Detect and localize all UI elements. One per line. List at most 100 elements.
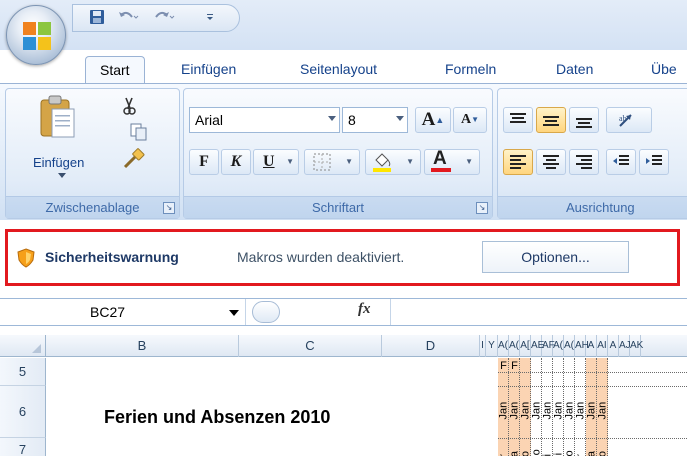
worksheet[interactable]: B C D I Y A( A( A[ AE AF A( A( AH A AI A… — [0, 326, 687, 456]
align-left-button[interactable] — [503, 149, 533, 175]
align-top-button[interactable] — [503, 107, 533, 133]
fill-color-button[interactable]: ▼ — [365, 149, 421, 175]
font-color-swatch — [431, 168, 451, 172]
alignment-group: ab Ausrichtung — [497, 88, 687, 219]
name-box-value: BC27 — [90, 304, 126, 320]
column-header[interactable]: A — [586, 335, 597, 357]
office-button[interactable] — [6, 5, 66, 65]
column-header-b[interactable]: B — [46, 335, 239, 357]
row-header-5[interactable]: 5 — [0, 358, 46, 386]
svg-text:ab: ab — [619, 114, 627, 123]
orientation-button[interactable]: ab — [606, 107, 652, 133]
title-bar — [0, 0, 687, 50]
italic-button[interactable]: K — [221, 149, 251, 175]
chevron-down-icon[interactable] — [396, 116, 404, 121]
clipboard-group-label: Zwischenablage — [6, 196, 179, 218]
bold-button[interactable]: F — [189, 149, 219, 175]
formula-input[interactable] — [390, 299, 687, 325]
clipboard-group: Einfügen Zwischenablage ↘ — [5, 88, 180, 219]
decrease-indent-icon — [613, 155, 629, 165]
chevron-down-icon — [58, 173, 66, 178]
column-header[interactable]: A( — [553, 335, 564, 357]
redo-icon[interactable] — [153, 9, 175, 27]
column-header[interactable]: A( — [498, 335, 509, 357]
tab-einfuegen[interactable]: Einfügen — [167, 56, 250, 84]
paste-label: Einfügen — [33, 155, 85, 170]
font-color-button[interactable]: A ▼ — [424, 148, 480, 175]
copy-icon[interactable] — [130, 123, 148, 141]
cut-icon[interactable] — [121, 97, 137, 115]
align-right-icon — [576, 155, 592, 169]
column-headers: B C D I Y A( A( A[ AE AF A( A( AH A AI A… — [0, 335, 687, 357]
grid-line — [498, 372, 687, 373]
column-header[interactable]: A( — [564, 335, 575, 357]
column-header-c[interactable]: C — [239, 335, 382, 357]
column-header[interactable]: AJ — [619, 335, 631, 357]
tab-ueberpruefen[interactable]: Übe — [637, 56, 687, 84]
underline-button[interactable]: U ▼ — [253, 149, 299, 175]
security-warning-highlight: Sicherheitswarnung Makros wurden deaktiv… — [5, 229, 680, 286]
shrink-font-button[interactable]: A▼ — [453, 107, 487, 133]
font-group-label: Schriftart — [184, 196, 492, 218]
tab-formeln[interactable]: Formeln — [431, 56, 510, 84]
select-all-corner[interactable] — [0, 335, 46, 357]
column-header-d[interactable]: D — [382, 335, 480, 357]
column-header[interactable]: A — [608, 335, 619, 357]
weekday-label: Fr — [498, 415, 510, 456]
align-center-button[interactable] — [536, 149, 566, 175]
align-right-button[interactable] — [569, 149, 599, 175]
borders-button[interactable]: ▼ — [304, 149, 360, 175]
formula-tools: fx — [252, 301, 387, 323]
chevron-down-icon[interactable] — [328, 116, 336, 121]
column-header[interactable]: AE — [531, 335, 544, 357]
chevron-down-icon[interactable] — [229, 310, 239, 316]
grid-line — [498, 386, 687, 387]
column-header[interactable]: AF — [542, 335, 555, 357]
borders-icon — [313, 153, 331, 171]
align-middle-button[interactable] — [536, 107, 566, 133]
column-header-y[interactable]: Y — [486, 335, 498, 357]
chevron-down-icon[interactable]: ▼ — [345, 150, 353, 174]
row-header-7[interactable]: 7 — [0, 438, 46, 456]
security-warning-bar: Sicherheitswarnung Makros wurden deaktiv… — [0, 220, 687, 298]
tab-seitenlayout[interactable]: Seitenlayout — [286, 56, 391, 84]
chevron-down-icon[interactable]: ▼ — [286, 150, 294, 174]
column-header[interactable]: AI — [597, 335, 608, 357]
formula-bar: BC27 fx — [0, 298, 687, 326]
font-size-combo[interactable]: 8 — [342, 107, 408, 133]
grow-font-button[interactable]: A▲ — [415, 107, 451, 133]
font-name-value: Arial — [195, 112, 224, 128]
clipboard-launcher-icon[interactable]: ↘ — [163, 202, 175, 214]
insert-function-icon[interactable]: fx — [358, 301, 371, 318]
column-header[interactable]: A[ — [520, 335, 531, 357]
align-center-icon — [543, 155, 559, 169]
font-name-combo[interactable]: Arial — [189, 107, 340, 133]
column-header[interactable]: AH — [575, 335, 589, 357]
chevron-down-icon[interactable]: ▼ — [406, 150, 414, 174]
month-label: Jan — [596, 401, 609, 420]
align-bottom-button[interactable] — [569, 107, 599, 133]
customize-qat-icon[interactable] — [205, 9, 215, 27]
font-launcher-icon[interactable]: ↘ — [476, 202, 488, 214]
options-button[interactable]: Optionen... — [482, 241, 629, 273]
undo-icon[interactable] — [117, 9, 139, 27]
tab-daten[interactable]: Daten — [542, 56, 607, 84]
row-header-6[interactable]: 6 — [0, 386, 46, 438]
sheet-title-cell[interactable]: Ferien und Absenzen 2010 — [104, 407, 330, 428]
weekday-label: Fr — [575, 415, 587, 456]
decrease-indent-button[interactable] — [606, 149, 636, 175]
weekday-label: Sa — [586, 415, 598, 456]
formula-bar-resize-handle[interactable] — [252, 301, 280, 323]
column-header[interactable]: A( — [509, 335, 520, 357]
chevron-down-icon[interactable]: ▼ — [465, 150, 473, 174]
grow-font-glyph: A — [421, 109, 436, 130]
increase-indent-button[interactable] — [639, 149, 669, 175]
format-painter-icon[interactable] — [123, 147, 145, 169]
paste-button[interactable]: Einfügen — [33, 93, 84, 179]
shrink-font-glyph: A — [460, 112, 472, 127]
save-icon[interactable] — [89, 9, 105, 27]
tab-start[interactable]: Start — [85, 56, 145, 84]
column-header[interactable]: AK — [630, 335, 643, 357]
weekday-label: Di — [542, 415, 554, 456]
name-box[interactable]: BC27 — [0, 299, 246, 325]
